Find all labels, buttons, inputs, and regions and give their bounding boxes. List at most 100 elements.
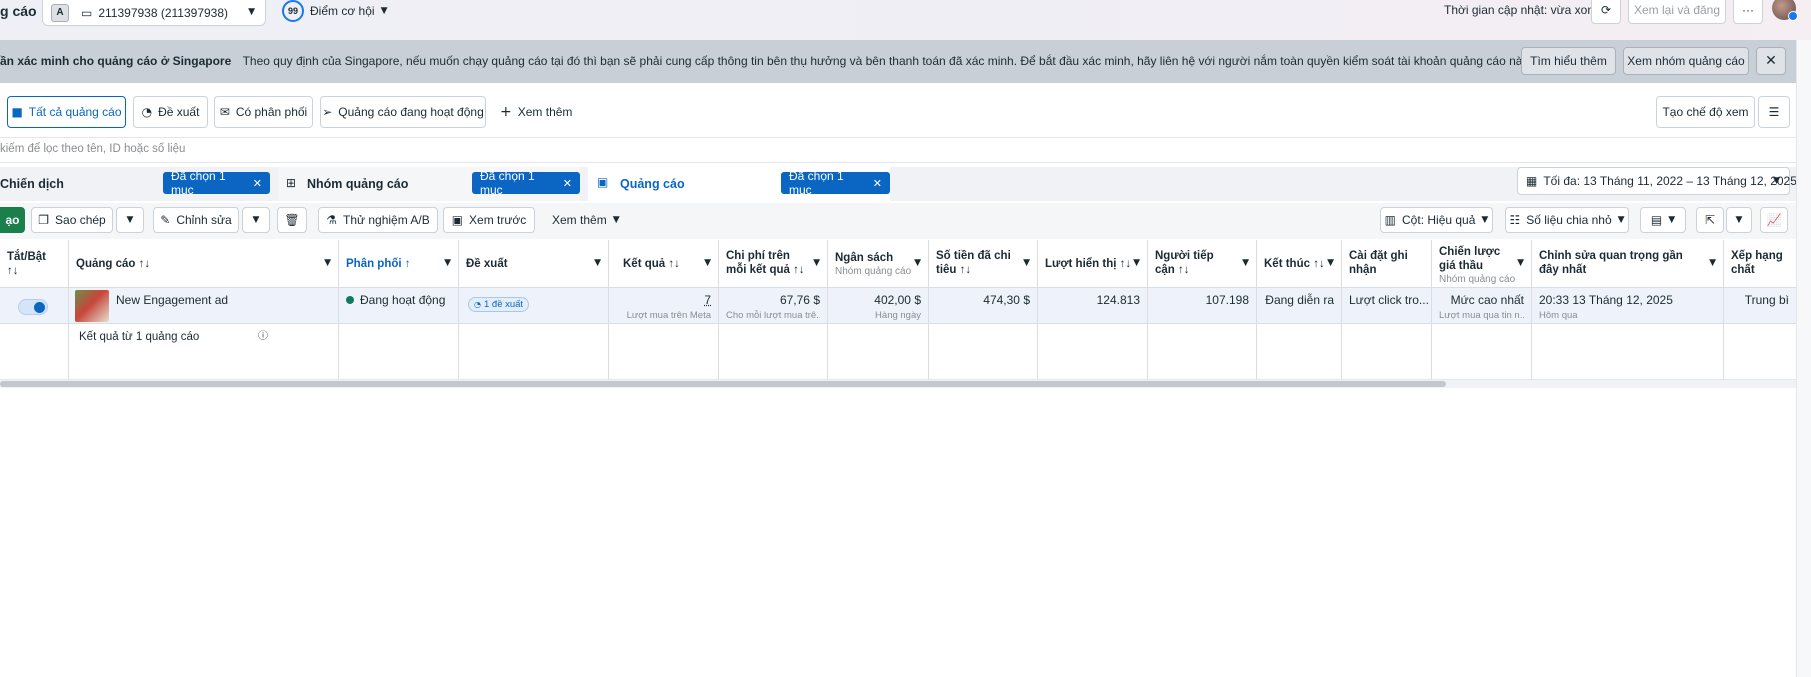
review-publish-button[interactable]: Xem lại và đăng bbox=[1628, 0, 1726, 24]
scrollbar-thumb[interactable] bbox=[0, 381, 1446, 387]
breakdown-icon: ☷ bbox=[1509, 213, 1521, 227]
cell-ad-name[interactable]: New Engagement ad bbox=[69, 288, 339, 324]
chevron-down-icon: ▼ bbox=[1617, 214, 1625, 225]
flask-icon: ⚗ bbox=[326, 213, 337, 227]
export-button[interactable]: ⇱ bbox=[1696, 207, 1724, 233]
delivery-status: Đang hoạt động bbox=[360, 293, 446, 307]
banner-body: Theo quy định của Singapore, nếu muốn ch… bbox=[242, 54, 1531, 68]
close-icon[interactable]: ✕ bbox=[253, 178, 262, 189]
cell-quality-ranking: Trung bì bbox=[1724, 288, 1796, 324]
info-icon[interactable]: ⓘ bbox=[258, 332, 268, 342]
cell-bid-strategy: Mức cao nhất Lượt mua qua tin n... bbox=[1432, 288, 1532, 324]
summary-cell-ends bbox=[1257, 324, 1342, 380]
tab-active-ads[interactable]: ➢ Quảng cáo đang hoạt động bbox=[320, 96, 486, 128]
summary-cell: Kết quả từ 1 quảng cáo ⓘ bbox=[69, 324, 339, 380]
header-cost-per-result[interactable]: Chi phí trên mỗi kết quả ↑↓ ▼ bbox=[719, 240, 828, 288]
header-ends[interactable]: Kết thúc ↑↓ ▼ bbox=[1257, 240, 1342, 288]
ad-selected-chip[interactable]: Đã chọn 1 mục ✕ bbox=[781, 169, 890, 197]
view-settings-button[interactable]: ☰ bbox=[1758, 96, 1790, 128]
search-input[interactable]: kiếm để lọc theo tên, ID hoặc số liệu bbox=[0, 143, 185, 155]
chevron-down-icon: ▼ bbox=[1242, 258, 1249, 268]
reports-button[interactable]: ▤ ▼ bbox=[1640, 207, 1686, 233]
pencil-icon: ✎ bbox=[160, 213, 171, 227]
summary-cell-toggle bbox=[0, 324, 69, 380]
header-toggle[interactable]: Tắt/Bật ↑↓ bbox=[0, 240, 69, 288]
ab-test-button[interactable]: ⚗ Thử nghiệm A/B bbox=[318, 207, 438, 233]
cell-reach: 107.198 bbox=[1148, 288, 1257, 324]
tab-see-more[interactable]: + Xem thêm bbox=[500, 96, 572, 128]
tab-suggested[interactable]: ◔ Đề xuất bbox=[133, 96, 208, 128]
date-range-picker[interactable]: ▦ Tối đa: 13 Tháng 11, 2022 – 13 Tháng 1… bbox=[1517, 167, 1797, 195]
chevron-down-icon: ▼ bbox=[612, 214, 620, 225]
close-banner-button[interactable]: ✕ bbox=[1756, 47, 1786, 75]
tab-campaign[interactable]: Chiến dịch Đã chọn 1 mục ✕ bbox=[0, 167, 270, 201]
search-bar[interactable]: kiếm để lọc theo tên, ID hoặc số liệu bbox=[0, 137, 1796, 163]
duplicate-dropdown[interactable]: ▼ bbox=[116, 207, 144, 233]
ad-toggle-switch[interactable] bbox=[18, 299, 48, 315]
header-delivery[interactable]: Phân phối ↑ ▼ bbox=[339, 240, 459, 288]
create-button[interactable]: ạo bbox=[0, 207, 25, 233]
summary-cell-spent bbox=[929, 324, 1038, 380]
chevron-down-icon: ▼ bbox=[1517, 258, 1524, 268]
close-icon: ✕ bbox=[1765, 53, 1777, 69]
header-results[interactable]: Kết quả ↑↓ ▼ bbox=[609, 240, 719, 288]
horizontal-scrollbar[interactable] bbox=[0, 380, 1796, 388]
toolbar-see-more[interactable]: Xem thêm ▼ bbox=[552, 207, 620, 233]
chevron-down-icon: ▼ bbox=[248, 7, 255, 17]
view-adsets-button[interactable]: Xem nhóm quảng cáo bbox=[1623, 47, 1749, 75]
refresh-button[interactable]: ⟳ bbox=[1591, 0, 1621, 24]
header-budget[interactable]: Ngân sách Nhóm quảng cáo ▼ bbox=[828, 240, 929, 288]
plus-icon: + bbox=[500, 104, 512, 120]
header-impressions[interactable]: Lượt hiển thị ↑↓ ▼ bbox=[1038, 240, 1148, 288]
opportunity-score[interactable]: 99 Điểm cơ hội ▼ bbox=[282, 0, 387, 22]
learn-more-button[interactable]: Tìm hiểu thêm bbox=[1521, 47, 1616, 75]
close-icon[interactable]: ✕ bbox=[563, 178, 572, 189]
sliders-icon: ☰ bbox=[1768, 105, 1780, 119]
export-icon: ⇱ bbox=[1704, 213, 1716, 227]
adset-selected-chip[interactable]: Đã chọn 1 mục ✕ bbox=[472, 169, 580, 197]
header-last-edit[interactable]: Chỉnh sửa quan trọng gần đây nhất ▼ bbox=[1532, 240, 1724, 288]
create-view-button[interactable]: Tạo chế độ xem bbox=[1656, 96, 1755, 128]
send-icon: ➢ bbox=[322, 105, 333, 119]
edit-dropdown[interactable]: ▼ bbox=[242, 207, 270, 233]
ad-name-link[interactable]: New Engagement ad bbox=[116, 293, 228, 307]
export-dropdown[interactable]: ▼ bbox=[1726, 207, 1752, 233]
columns-icon: ▥ bbox=[1384, 213, 1397, 227]
top-bar: g cáo A ▭ 211397938 (211397938) ▼ 99 Điể… bbox=[0, 0, 1811, 40]
campaign-selected-chip[interactable]: Đã chọn 1 mục ✕ bbox=[163, 169, 270, 197]
chevron-down-icon: ▼ bbox=[704, 258, 711, 268]
suggestion-badge[interactable]: ◔ 1 đề xuất bbox=[468, 297, 530, 312]
header-reach[interactable]: Người tiếp cận ↑↓ ▼ bbox=[1148, 240, 1257, 288]
header-amount-spent[interactable]: Số tiền đã chi tiêu ↑↓ ▼ bbox=[929, 240, 1038, 288]
toolbar: ạo ❐ Sao chép ▼ ✎ Chỉnh sửa ▼ 🗑 ⚗ Thử ng… bbox=[0, 203, 1796, 239]
cell-suggestions[interactable]: ◔ 1 đề xuất bbox=[459, 288, 609, 324]
suggestion-icon: ◔ bbox=[141, 105, 153, 119]
tab-all-ads[interactable]: ■ Tất cả quảng cáo bbox=[7, 96, 126, 128]
calendar-icon: ▦ bbox=[1526, 174, 1538, 188]
more-button[interactable]: ··· bbox=[1733, 0, 1763, 24]
tab-adset[interactable]: ⊞ Nhóm quảng cáo Đã chọn 1 mục ✕ bbox=[278, 167, 580, 201]
verification-banner: ần xác minh cho quảng cáo ở Singapore Th… bbox=[0, 40, 1796, 83]
header-ad[interactable]: Quảng cáo ↑↓ ▼ bbox=[69, 240, 339, 288]
preview-button[interactable]: ▣ Xem trước bbox=[443, 207, 535, 233]
summary-text: Kết quả từ 1 quảng cáo bbox=[79, 331, 200, 343]
delete-button[interactable]: 🗑 bbox=[277, 207, 307, 233]
tab-delivering[interactable]: ✉ Có phân phối bbox=[214, 96, 313, 128]
duplicate-button[interactable]: ❐ Sao chép bbox=[31, 207, 113, 233]
tab-ad[interactable]: ▣ Quảng cáo Đã chọn 1 mục ✕ bbox=[588, 167, 890, 201]
account-selector[interactable]: A ▭ 211397938 (211397938) ▼ bbox=[42, 0, 266, 26]
edit-button[interactable]: ✎ Chỉnh sửa bbox=[153, 207, 239, 233]
header-quality-ranking[interactable]: Xếp hạng chất lượng... bbox=[1724, 240, 1796, 288]
chevron-down-icon: ▼ bbox=[1773, 175, 1780, 186]
chevron-down-icon: ▼ bbox=[1327, 258, 1334, 268]
charts-button[interactable]: 📈 bbox=[1760, 207, 1788, 233]
header-suggestions[interactable]: Đề xuất ▼ bbox=[459, 240, 609, 288]
header-bid-strategy[interactable]: Chiến lược giá thầu Nhóm quảng cáo ▼ bbox=[1432, 240, 1532, 288]
page-title: g cáo bbox=[0, 3, 37, 19]
breakdown-button[interactable]: ☷ Số liệu chia nhỏ ▼ bbox=[1505, 207, 1629, 233]
chart-icon: 📈 bbox=[1766, 213, 1782, 227]
close-icon[interactable]: ✕ bbox=[873, 178, 882, 189]
chevron-down-icon: ▼ bbox=[1668, 214, 1676, 225]
columns-button[interactable]: ▥ Cột: Hiệu quả ▼ bbox=[1380, 207, 1493, 233]
summary-cell-cost bbox=[719, 324, 828, 380]
